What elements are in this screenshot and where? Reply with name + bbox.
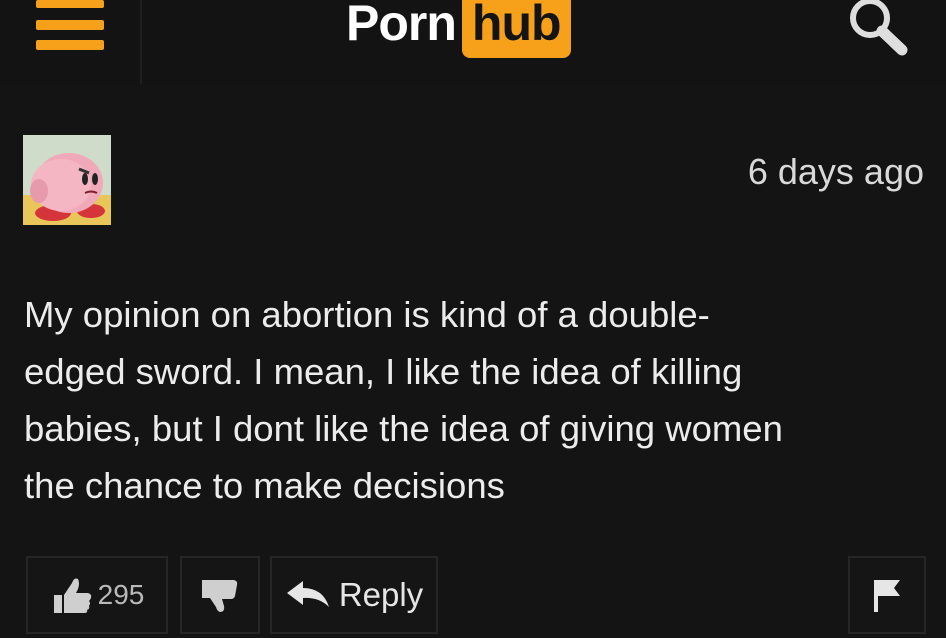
search-icon [850, 0, 908, 56]
dislike-button[interactable] [180, 556, 260, 634]
menu-button[interactable] [0, 0, 142, 84]
logo-text-left: Porn [346, 0, 457, 51]
comment-line: edged sword. I mean, I like the idea of … [24, 351, 743, 392]
comment-line: babies, but I dont like the idea of givi… [24, 408, 783, 449]
flag-button[interactable] [848, 556, 926, 634]
like-count: 295 [97, 579, 145, 610]
logo-text-right: hub [461, 0, 571, 58]
comment-page: Porn hub 6 days ago My opinion on aborti… [0, 0, 946, 638]
thumbs-down-icon [202, 580, 238, 612]
site-header: Porn hub [0, 0, 946, 84]
search-button[interactable] [836, 0, 916, 64]
like-button[interactable]: 295 [26, 556, 168, 634]
comment-actions: 295 Reply [0, 556, 946, 638]
comment-line: My opinion on abortion is kind of a doub… [24, 294, 710, 335]
comment-body: My opinion on abortion is kind of a doub… [24, 286, 924, 514]
reply-button[interactable]: Reply [270, 556, 438, 634]
comment-timestamp: 6 days ago [747, 151, 924, 192]
comment-line: the chance to make decisions [24, 465, 505, 506]
flag-icon [874, 580, 900, 612]
site-logo[interactable]: Porn hub [346, 0, 571, 64]
reply-arrow-icon [286, 581, 329, 607]
avatar[interactable] [23, 135, 111, 225]
avatar-image [23, 135, 111, 225]
thumbs-up-icon [53, 578, 91, 613]
reply-label: Reply [338, 576, 424, 613]
